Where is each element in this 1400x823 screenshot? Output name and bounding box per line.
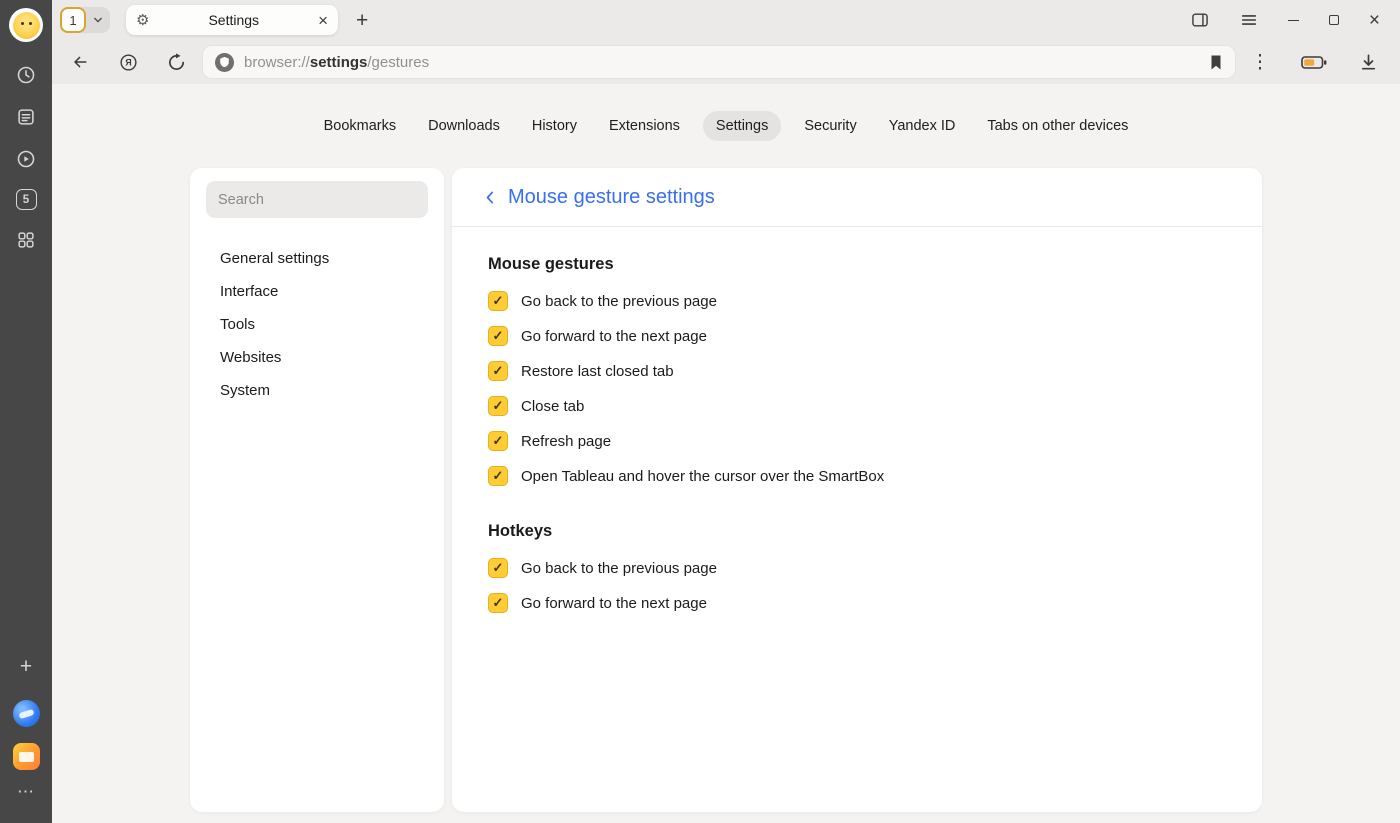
section-mouse-gestures: Mouse gestures ✓ Go back to the previous p… [488, 255, 1226, 486]
checkbox-checked-icon[interactable]: ✓ [488, 558, 508, 578]
url-scheme: browser:// [244, 54, 310, 71]
close-window-button[interactable]: × [1369, 11, 1380, 30]
section-hotkeys: Hotkeys ✓ Go back to the previous page ✓ Go … [488, 522, 1226, 613]
minimize-button[interactable] [1288, 20, 1299, 21]
nav-item-bookmarks[interactable]: Bookmarks [315, 111, 406, 141]
reload-button[interactable] [162, 48, 190, 76]
checkbox-checked-icon[interactable]: ✓ [488, 593, 508, 613]
apps-grid-icon[interactable] [14, 228, 38, 252]
option-label: Go back to the previous page [521, 293, 717, 310]
chevron-down-icon[interactable] [86, 7, 110, 33]
url-path: /gestures [367, 54, 429, 71]
profile-avatar[interactable] [9, 8, 43, 42]
option-label: Go back to the previous page [521, 560, 717, 577]
tab-group-badge[interactable]: 1 [60, 7, 86, 33]
content-header: Mouse gesture settings [452, 168, 1262, 227]
sidebar-rail: 5 + ⋯ [0, 0, 52, 823]
option-label: Go forward to the next page [521, 328, 707, 345]
chevron-left-icon[interactable] [482, 189, 499, 206]
more-options-icon[interactable]: ⋮ [1246, 48, 1274, 76]
tab-group-chip[interactable]: 1 [60, 7, 110, 33]
settings-category-general-settings[interactable]: General settings [206, 242, 428, 275]
checkbox-checked-icon[interactable]: ✓ [488, 466, 508, 486]
checkbox-checked-icon[interactable]: ✓ [488, 396, 508, 416]
settings-category-tools[interactable]: Tools [206, 308, 428, 341]
feed-icon[interactable] [14, 105, 38, 129]
media-play-icon[interactable] [14, 147, 38, 171]
back-button[interactable] [66, 48, 94, 76]
nav-item-tabs-on-other-devices[interactable]: Tabs on other devices [978, 111, 1137, 141]
page-title: Mouse gesture settings [508, 186, 715, 209]
battery-icon[interactable] [1300, 48, 1328, 76]
checkbox-checked-icon[interactable]: ✓ [488, 431, 508, 451]
settings-category-list: General settingsInterfaceToolsWebsitesSy… [206, 242, 428, 407]
gear-icon: ⚙ [136, 11, 149, 29]
menu-icon[interactable] [1240, 11, 1258, 29]
settings-page: Bookmarks Downloads History Extensions Setti… [52, 84, 1400, 823]
new-tab-button[interactable]: + [356, 10, 368, 31]
bookmark-icon[interactable] [1209, 54, 1223, 71]
history-icon[interactable] [14, 63, 38, 87]
protect-shield-icon[interactable] [215, 53, 234, 72]
svg-text:Я: Я [125, 57, 131, 67]
option-row-restore-last-closed-tab[interactable]: ✓ Restore last closed tab [488, 361, 1226, 381]
option-row-go-forward-to-the-next-page[interactable]: ✓ Go forward to the next page [488, 593, 1226, 613]
option-row-open-tableau-and-hover-the-cursor-over-the-smartbox[interactable]: ✓ Open Tableau and hover the cursor over … [488, 466, 1226, 486]
option-label: Restore last closed tab [521, 363, 674, 380]
settings-panels: General settingsInterfaceToolsWebsitesSy… [52, 168, 1400, 823]
settings-category-interface[interactable]: Interface [206, 275, 428, 308]
option-row-go-forward-to-the-next-page[interactable]: ✓ Go forward to the next page [488, 326, 1226, 346]
option-row-go-back-to-the-previous-page[interactable]: ✓ Go back to the previous page [488, 291, 1226, 311]
download-icon[interactable] [1354, 48, 1382, 76]
checkbox-checked-icon[interactable]: ✓ [488, 291, 508, 311]
checkbox-checked-icon[interactable]: ✓ [488, 326, 508, 346]
yandex-id-icon[interactable]: Я [114, 48, 142, 76]
address-bar[interactable]: browser://settings/gestures [202, 45, 1236, 79]
option-row-go-back-to-the-previous-page[interactable]: ✓ Go back to the previous page [488, 558, 1226, 578]
tab-title: Settings [149, 12, 318, 28]
browser-window: 5 + ⋯ 1 ⚙ Settings × + [0, 0, 1400, 823]
tab-counter-badge[interactable]: 5 [16, 189, 37, 210]
tab-settings[interactable]: ⚙ Settings × [126, 5, 338, 35]
avatar-image [13, 12, 40, 39]
settings-sections: Mouse gestures ✓ Go back to the previous p… [452, 227, 1262, 812]
option-row-refresh-page[interactable]: ✓ Refresh page [488, 431, 1226, 451]
mail-app-icon[interactable] [13, 743, 40, 770]
search-input[interactable] [206, 181, 428, 218]
option-label: Go forward to the next page [521, 595, 707, 612]
nav-item-security[interactable]: Security [795, 111, 865, 141]
settings-sidebar-panel: General settingsInterfaceToolsWebsitesSy… [190, 168, 444, 812]
side-panel-icon[interactable] [1190, 10, 1210, 30]
section-heading: Mouse gestures [488, 255, 1226, 274]
close-tab-icon[interactable]: × [318, 12, 328, 29]
nav-item-downloads[interactable]: Downloads [419, 111, 509, 141]
tab-strip: 1 ⚙ Settings × + × [52, 0, 1400, 40]
browser-toolbar: Я browser://settings/gestures ⋮ [52, 40, 1400, 84]
nav-item-extensions[interactable]: Extensions [600, 111, 689, 141]
browser-logo-icon[interactable] [13, 700, 40, 727]
settings-category-system[interactable]: System [206, 374, 428, 407]
nav-item-settings[interactable]: Settings [703, 111, 781, 141]
settings-category-websites[interactable]: Websites [206, 341, 428, 374]
option-label: Refresh page [521, 433, 611, 450]
checkbox-checked-icon[interactable]: ✓ [488, 361, 508, 381]
nav-item-history[interactable]: History [523, 111, 586, 141]
section-heading: Hotkeys [488, 522, 1226, 541]
option-label: Open Tableau and hover the cursor over t… [521, 468, 884, 485]
url-host: settings [310, 54, 368, 71]
rail-more-icon[interactable]: ⋯ [14, 780, 38, 804]
nav-item-yandex-id[interactable]: Yandex ID [880, 111, 965, 141]
option-label: Close tab [521, 398, 584, 415]
url-text: browser://settings/gestures [244, 54, 429, 71]
settings-content-panel: Mouse gesture settings Mouse gestures ✓ Go… [452, 168, 1262, 812]
option-row-close-tab[interactable]: ✓ Close tab [488, 396, 1226, 416]
settings-top-nav: Bookmarks Downloads History Extensions Setti… [52, 84, 1400, 168]
rail-add-icon[interactable]: + [14, 654, 38, 678]
maximize-button[interactable] [1329, 15, 1339, 25]
